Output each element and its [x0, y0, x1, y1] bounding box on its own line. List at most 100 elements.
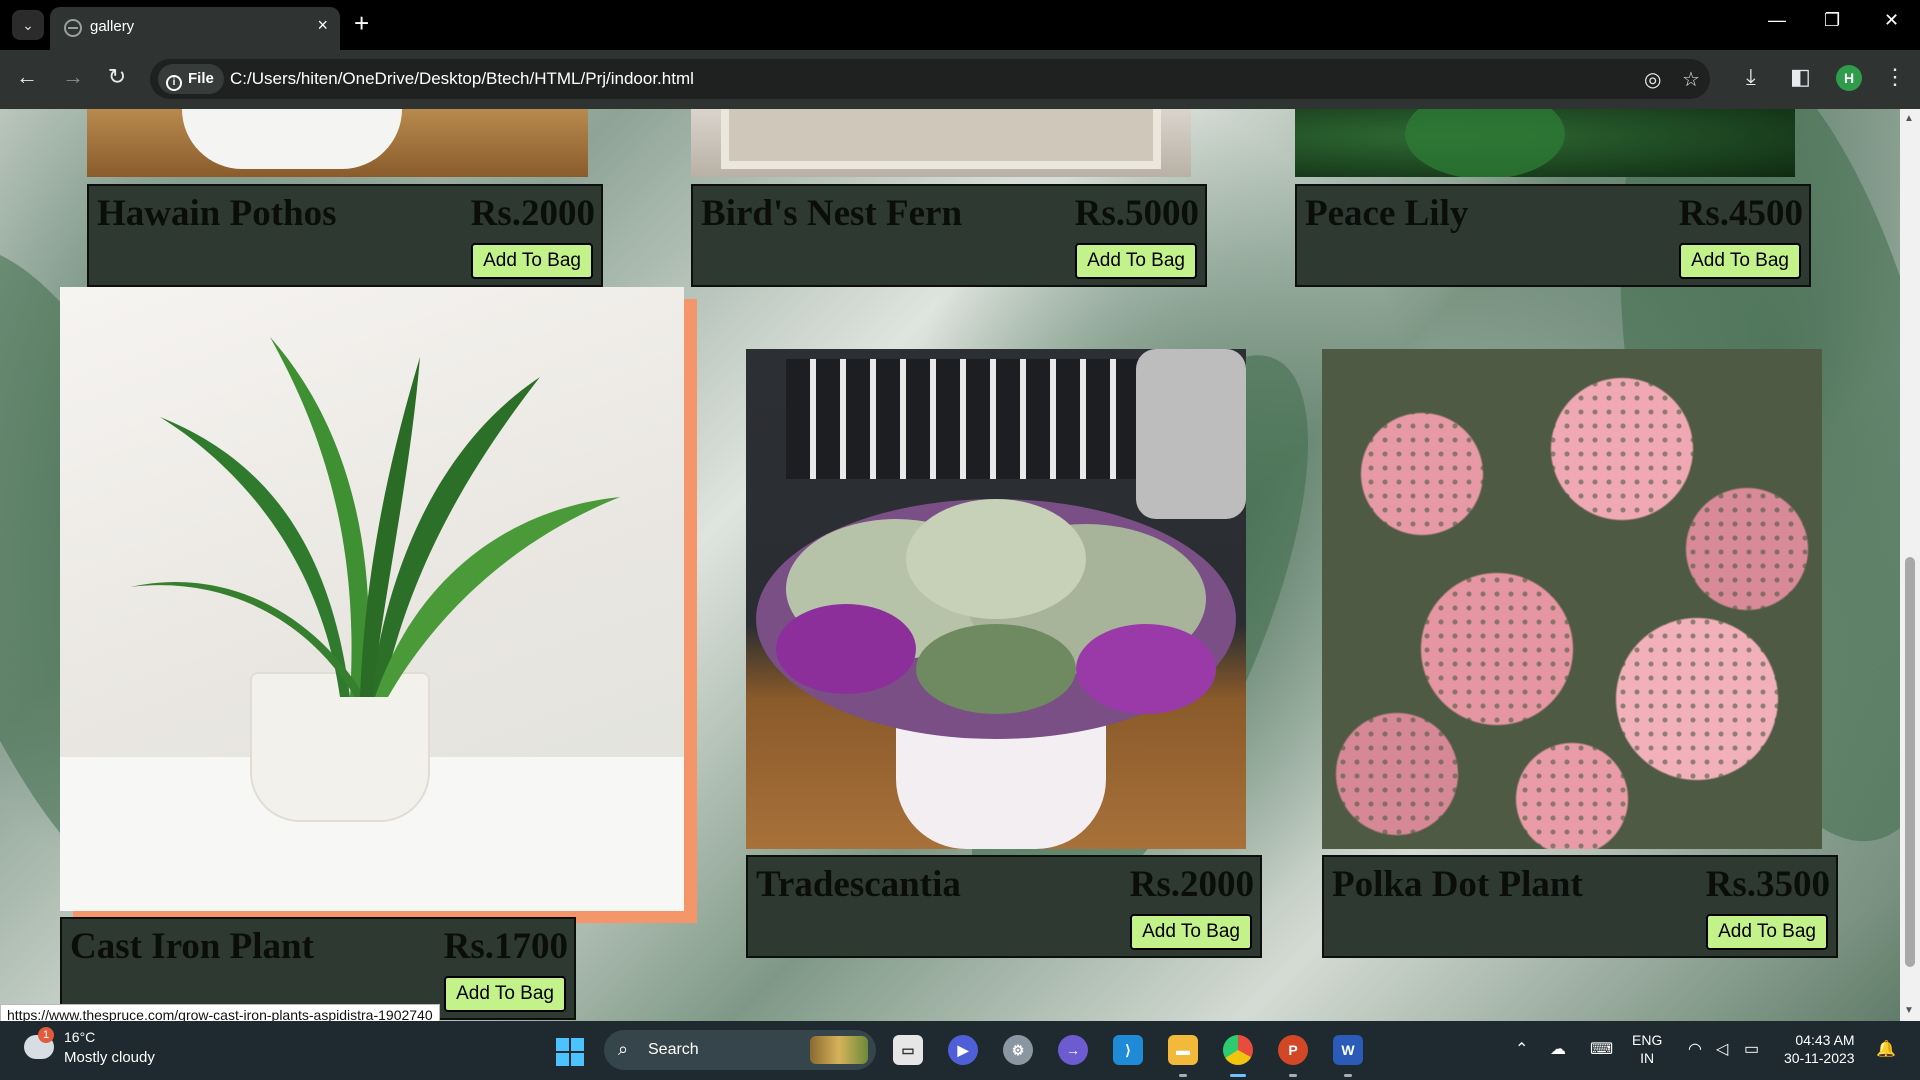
product-card: Bird's Nest Fern Rs.5000 Add To Bag	[691, 184, 1207, 287]
page-scrollbar[interactable]: ▲ ▼	[1900, 109, 1920, 1021]
peace-lily-image[interactable]	[1295, 109, 1795, 177]
address-bar[interactable]: i File C:/Users/hiten/OneDrive/Desktop/Bt…	[150, 59, 1710, 99]
region-code: IN	[1640, 1050, 1655, 1066]
bookmark-star-icon[interactable]: ☆	[1682, 67, 1700, 92]
product-card: Tradescantia Rs.2000 Add To Bag	[746, 855, 1262, 958]
tradescantia-image[interactable]	[746, 349, 1246, 849]
app-circle-icon[interactable]: →	[1058, 1035, 1088, 1065]
product-price: Rs.4500	[1678, 193, 1803, 234]
product-name: Polka Dot Plant	[1332, 864, 1583, 905]
add-to-bag-button[interactable]: Add To Bag	[1075, 243, 1197, 279]
profile-avatar[interactable]: H	[1836, 65, 1862, 91]
language-indicator[interactable]: ENG IN	[1632, 1031, 1662, 1067]
add-to-bag-button[interactable]: Add To Bag	[471, 243, 593, 279]
system-clock[interactable]: 04:43 AM 30-11-2023	[1784, 1031, 1855, 1067]
white-pot-shape	[182, 109, 402, 169]
download-icon[interactable]: ⤓	[1746, 64, 1756, 90]
weather-description[interactable]: Mostly cloudy	[64, 1049, 155, 1066]
product-price: Rs.5000	[1074, 193, 1199, 234]
chrome-icon[interactable]	[1223, 1035, 1253, 1065]
scrollbar-thumb[interactable]	[1905, 557, 1915, 967]
product-card: Peace Lily Rs.4500 Add To Bag	[1295, 184, 1811, 287]
battery-icon[interactable]: ▭	[1744, 1039, 1759, 1059]
product-price: Rs.2000	[470, 193, 595, 234]
search-highlight-art	[810, 1036, 868, 1064]
product-name: Hawain Pothos	[97, 193, 337, 234]
hawain-pothos-image[interactable]	[87, 109, 588, 177]
clock-time: 04:43 AM	[1795, 1032, 1855, 1048]
product-card: Polka Dot Plant Rs.3500 Add To Bag	[1322, 855, 1838, 958]
windows-start-icon[interactable]	[556, 1038, 584, 1066]
reload-icon[interactable]: ↻	[102, 64, 132, 90]
product-price: Rs.2000	[1129, 864, 1254, 905]
globe-icon	[64, 19, 82, 37]
product-price: Rs.1700	[443, 926, 568, 967]
menu-kebab-icon[interactable]: ⋮	[1884, 64, 1906, 90]
page-viewport: Hawain Pothos Rs.2000 Add To Bag Bird's …	[0, 109, 1920, 1021]
site-info-label: File	[188, 70, 214, 87]
cast-iron-plant-image[interactable]	[60, 287, 684, 911]
wifi-icon[interactable]: ◠	[1688, 1039, 1702, 1059]
add-to-bag-button[interactable]: Add To Bag	[1706, 914, 1828, 950]
plant-leaves-illustration	[756, 499, 1236, 739]
volume-icon[interactable]: ◁	[1716, 1039, 1728, 1059]
chevron-down-icon: ⌄	[22, 17, 34, 33]
product-name: Peace Lily	[1305, 193, 1469, 234]
new-tab-icon[interactable]: +	[354, 8, 369, 39]
restore-icon[interactable]: ❐	[1824, 10, 1840, 31]
search-icon: ⌕	[618, 1039, 629, 1059]
notification-bell-icon[interactable]: 🔔	[1876, 1039, 1896, 1059]
active-indicator	[1230, 1074, 1246, 1077]
vscode-icon[interactable]: ⟩	[1113, 1035, 1143, 1065]
info-icon: i	[166, 75, 182, 91]
browser-toolbar: ← → ↻ i File C:/Users/hiten/OneDrive/Desk…	[0, 50, 1920, 109]
running-indicator	[1289, 1074, 1297, 1077]
plant-leaves-illustration	[130, 337, 620, 697]
product-name: Cast Iron Plant	[70, 926, 314, 967]
search-label: Search	[648, 1041, 699, 1058]
product-name: Tradescantia	[756, 864, 961, 905]
keyboard-icon[interactable]: ⌨	[1590, 1039, 1613, 1059]
birds-nest-fern-image[interactable]	[691, 109, 1191, 177]
powerpoint-icon[interactable]: P	[1278, 1035, 1308, 1065]
add-to-bag-button[interactable]: Add To Bag	[444, 976, 566, 1012]
weather-alert-badge: 1	[38, 1027, 54, 1043]
polka-dot-plant-image[interactable]	[1322, 349, 1822, 849]
tab-title: gallery	[90, 18, 135, 35]
onedrive-cloud-icon[interactable]: ☁	[1550, 1039, 1566, 1059]
leaf-shape	[1405, 109, 1565, 177]
tab-search-button[interactable]: ⌄	[12, 10, 44, 40]
settings-gear-icon[interactable]: ⚙	[1003, 1035, 1033, 1065]
weather-temperature[interactable]: 16°C	[64, 1029, 95, 1045]
tab-gallery[interactable]: gallery ×	[50, 7, 340, 50]
tray-shape	[721, 109, 1161, 169]
product-name: Bird's Nest Fern	[701, 193, 963, 234]
back-icon[interactable]: ←	[12, 64, 42, 90]
chevron-up-icon[interactable]: ⌃	[1515, 1039, 1528, 1059]
leaf-spots-texture	[1322, 349, 1822, 849]
url-text[interactable]: C:/Users/hiten/OneDrive/Desktop/Btech/HT…	[230, 69, 694, 89]
add-to-bag-button[interactable]: Add To Bag	[1679, 243, 1801, 279]
product-card: Hawain Pothos Rs.2000 Add To Bag	[87, 184, 603, 287]
windows-taskbar: 1 16°C Mostly cloudy ⌕ Search ▭ ▶ ⚙ → ⟩ …	[0, 1021, 1920, 1080]
word-icon[interactable]: W	[1333, 1035, 1363, 1065]
minimize-icon[interactable]: —	[1768, 10, 1786, 31]
site-info-chip[interactable]: i File	[158, 64, 224, 94]
tab-close-icon[interactable]: ×	[317, 15, 328, 36]
running-indicator	[1344, 1074, 1352, 1077]
clock-date: 30-11-2023	[1784, 1050, 1855, 1066]
task-view-icon[interactable]: ▭	[893, 1035, 923, 1065]
running-indicator	[1179, 1074, 1187, 1077]
meet-video-icon[interactable]: ▶	[948, 1035, 978, 1065]
scroll-up-arrow-icon[interactable]: ▲	[1904, 113, 1914, 124]
language-code: ENG	[1632, 1032, 1663, 1048]
eye-off-icon[interactable]: ◎	[1644, 67, 1661, 92]
forward-icon[interactable]: →	[58, 64, 88, 90]
close-window-icon[interactable]: ✕	[1884, 10, 1899, 31]
side-panel-icon[interactable]: ◧	[1790, 64, 1811, 90]
add-to-bag-button[interactable]: Add To Bag	[1130, 914, 1252, 950]
tab-bar: ⌄ gallery × + — ❐ ✕	[0, 0, 1920, 50]
taskbar-search-box[interactable]: ⌕ Search	[604, 1030, 876, 1070]
file-explorer-icon[interactable]: ▬	[1168, 1035, 1198, 1065]
scroll-down-arrow-icon[interactable]: ▼	[1904, 1005, 1914, 1016]
